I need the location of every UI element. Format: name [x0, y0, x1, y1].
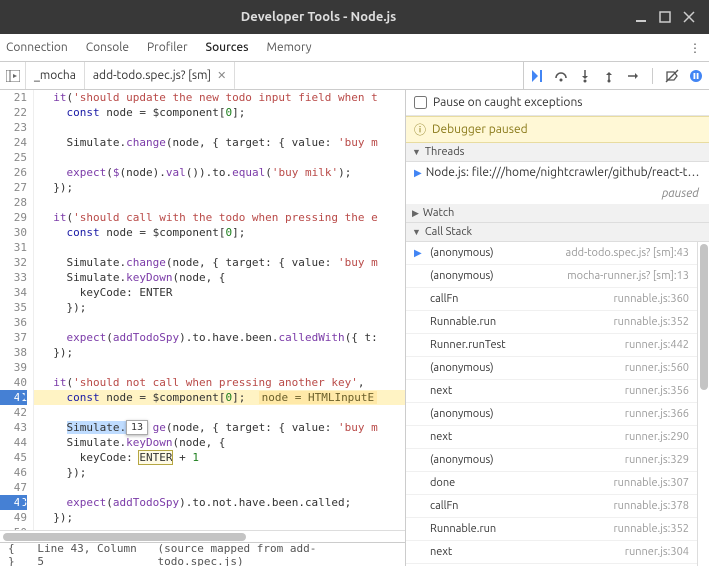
chevron-down-icon: ▼	[412, 227, 421, 237]
frame-location: runnable.js:307	[613, 477, 689, 489]
inline-value-popup: 13	[126, 420, 148, 435]
frame-location: runner.js:560	[625, 362, 689, 374]
cursor-position: Line 43, Column 5	[37, 542, 147, 566]
callstack-frame[interactable]: next runner.js:304	[406, 541, 697, 564]
pause-icon[interactable]	[689, 69, 703, 83]
thread-item[interactable]: ▶ Node.js: file:///home/nightcrawler/git…	[406, 162, 709, 183]
devtools-tab-memory[interactable]: Memory	[267, 35, 312, 60]
thread-label: Node.js: file:///home/nightcrawler/githu…	[426, 166, 700, 179]
threads-section-header[interactable]: ▼ Threads	[406, 143, 709, 162]
source-editor: 2122232425262728293031323334353637383940…	[0, 90, 406, 566]
callstack-frame[interactable]: (anonymous) runner.js:329	[406, 449, 697, 472]
frame-location: runner.js:290	[625, 431, 689, 443]
frame-location: mocha-runner.js? [sm]:13	[567, 270, 689, 282]
frame-location: runner.js:304	[625, 546, 689, 558]
vertical-scrollbar[interactable]	[697, 242, 709, 566]
step-into-icon[interactable]	[578, 69, 592, 83]
frame-location: runnable.js:352	[613, 316, 689, 328]
current-frame-arrow-icon: ▶	[414, 247, 424, 259]
callstack-frame[interactable]: callFn runnable.js:360	[406, 288, 697, 311]
devtools-tab-connection[interactable]: Connection	[6, 35, 68, 60]
devtools-tabs: Connection Console Profiler Sources Memory ⋮	[0, 34, 709, 62]
pause-on-exceptions-label: Pause on caught exceptions	[433, 96, 583, 109]
frame-name: Runner.runTest	[430, 339, 619, 351]
callstack-label: Call Stack	[425, 226, 472, 238]
frame-name: Runnable.run	[430, 523, 607, 535]
file-tab[interactable]: add-todo.spec.js? [sm] ✕	[85, 62, 235, 89]
frame-name: next	[430, 431, 619, 443]
line-gutter[interactable]: 2122232425262728293031323334353637383940…	[0, 90, 34, 530]
callstack-frame[interactable]: (anonymous) mocha-runner.js? [sm]:13	[406, 265, 697, 288]
callstack-frame[interactable]: (anonymous) runner.js:366	[406, 403, 697, 426]
info-icon: ⓘ	[414, 121, 426, 138]
toolbar: _mocha add-todo.spec.js? [sm] ✕	[0, 62, 709, 90]
frame-location: runnable.js:360	[613, 293, 689, 305]
chevron-down-icon: ▼	[412, 147, 421, 157]
file-tab[interactable]: _mocha	[26, 62, 85, 89]
callstack-section-header[interactable]: ▼ Call Stack	[406, 223, 709, 242]
watch-section-header[interactable]: ▶ Watch	[406, 204, 709, 223]
frame-name: next	[430, 385, 619, 397]
source-map-note: (source mapped from add-todo.spec.js)	[157, 542, 397, 566]
chevron-right-icon: ▶	[412, 208, 419, 219]
step-out-icon[interactable]	[602, 69, 616, 83]
horizontal-scrollbar[interactable]	[0, 530, 405, 542]
watch-label: Watch	[423, 207, 454, 219]
window-title: Developer Tools - Node.js	[8, 10, 629, 24]
frame-location: runner.js:356	[625, 385, 689, 397]
frame-location: runner.js:366	[625, 408, 689, 420]
window-titlebar: Developer Tools - Node.js	[0, 0, 709, 34]
resume-icon[interactable]	[530, 69, 544, 83]
frame-name: (anonymous)	[430, 454, 619, 466]
frame-name: (anonymous)	[430, 270, 561, 282]
callstack-frame[interactable]: callFn runnable.js:378	[406, 495, 697, 518]
deactivate-breakpoints-icon[interactable]	[665, 69, 679, 83]
frame-name: (anonymous)	[430, 408, 619, 420]
frame-name: next	[430, 546, 619, 558]
frame-location: runnable.js:378	[613, 500, 689, 512]
pretty-print-icon[interactable]: { }	[8, 542, 27, 566]
debugger-sidebar: Pause on caught exceptions ⓘ Debugger pa…	[406, 90, 709, 566]
file-tab-label: _mocha	[34, 69, 76, 82]
paused-banner-text: Debugger paused	[432, 123, 528, 136]
show-navigator-icon[interactable]	[0, 62, 26, 89]
frame-name: callFn	[430, 293, 607, 305]
callstack-frame[interactable]: Runnable.run runnable.js:352	[406, 311, 697, 334]
close-icon[interactable]	[677, 5, 701, 29]
callstack-frame[interactable]: done runnable.js:307	[406, 472, 697, 495]
paused-banner: ⓘ Debugger paused	[406, 116, 709, 143]
maximize-icon[interactable]	[653, 5, 677, 29]
editor-statusbar: { } Line 43, Column 5 (source mapped fro…	[0, 542, 405, 566]
callstack-frame[interactable]: Runnable.run runnable.js:352	[406, 518, 697, 541]
frame-name: done	[430, 477, 607, 489]
debugger-controls	[523, 62, 709, 89]
frame-name: (anonymous)	[430, 247, 560, 259]
callstack-frame[interactable]: Runner.runTest runner.js:442	[406, 334, 697, 357]
callstack-frame[interactable]: ▶ (anonymous) add-todo.spec.js? [sm]:43	[406, 242, 697, 265]
devtools-tab-sources[interactable]: Sources	[206, 35, 249, 60]
frame-name: (anonymous)	[430, 362, 619, 374]
callstack-frame[interactable]: (anonymous) runner.js:560	[406, 357, 697, 380]
file-tab-label: add-todo.spec.js? [sm]	[93, 69, 211, 82]
close-tab-icon[interactable]: ✕	[217, 69, 226, 82]
kebab-menu-icon[interactable]: ⋮	[687, 41, 703, 55]
frame-name: Runnable.run	[430, 316, 607, 328]
frame-name: callFn	[430, 500, 607, 512]
step-over-icon[interactable]	[554, 69, 568, 83]
callstack-frame[interactable]: next runner.js:290	[406, 426, 697, 449]
frame-location: add-todo.spec.js? [sm]:43	[566, 247, 689, 259]
frame-location: runnable.js:352	[613, 523, 689, 535]
callstack-frame[interactable]: next runner.js:356	[406, 380, 697, 403]
frame-location: runner.js:329	[625, 454, 689, 466]
minimize-icon[interactable]	[629, 5, 653, 29]
step-icon[interactable]	[626, 69, 640, 83]
current-thread-arrow-icon: ▶	[414, 167, 422, 179]
pause-on-exceptions-checkbox[interactable]	[414, 96, 427, 109]
devtools-tab-profiler[interactable]: Profiler	[147, 35, 188, 60]
thread-status: paused	[406, 183, 709, 204]
frame-location: runner.js:442	[625, 339, 689, 351]
code-content[interactable]: it('should update the new todo input fie…	[34, 90, 405, 530]
devtools-tab-console[interactable]: Console	[86, 35, 129, 60]
threads-label: Threads	[425, 146, 465, 158]
